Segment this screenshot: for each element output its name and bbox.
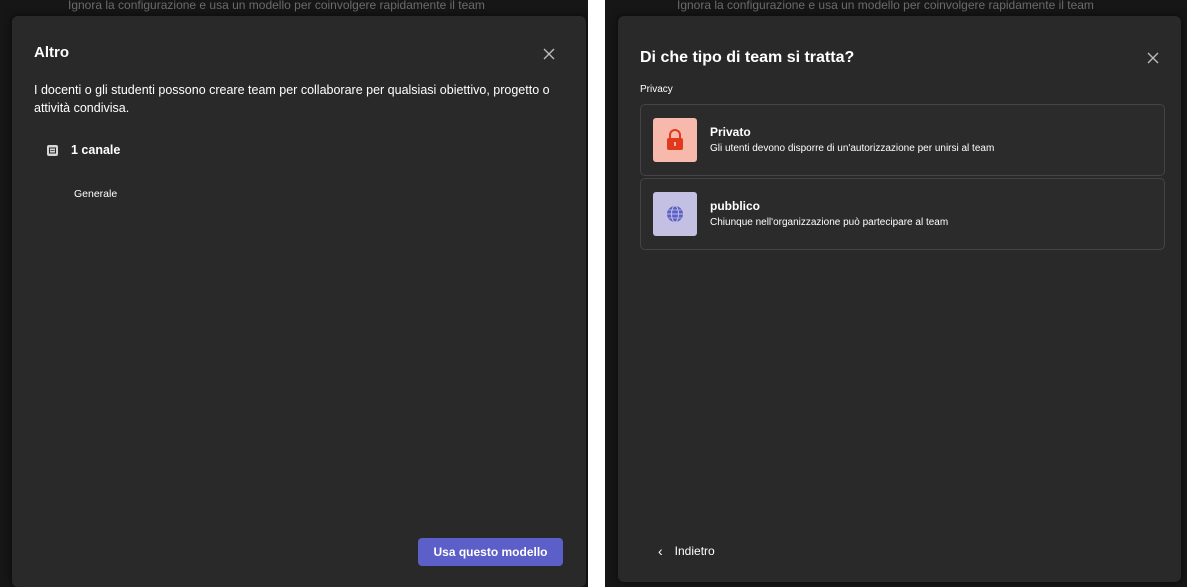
template-description: I docenti o gli studenti possono creare … xyxy=(34,83,550,115)
option-title: Privato xyxy=(710,125,751,139)
option-description: Chiunque nell'organizzazione può parteci… xyxy=(710,217,949,228)
team-type-dialog: Di che tipo di team si tratta? Privacy P… xyxy=(618,16,1181,582)
back-button[interactable]: ‹ Indietro xyxy=(658,543,715,559)
back-label: Indietro xyxy=(674,544,715,558)
background-text: Ignora la configurazione e usa un modell… xyxy=(677,0,1094,12)
close-button[interactable] xyxy=(1143,48,1163,68)
lock-icon xyxy=(667,129,683,150)
chevron-left-icon: ‹ xyxy=(658,543,663,559)
private-icon-tile xyxy=(653,118,697,162)
channel-summary: 1 canale xyxy=(47,143,120,157)
option-private[interactable]: Privato Gli utenti devono disporre di un… xyxy=(640,104,1165,176)
close-button[interactable] xyxy=(539,44,559,64)
public-icon-tile xyxy=(653,192,697,236)
globe-icon xyxy=(667,205,683,223)
template-dialog: Altro I docenti o gli studenti possono c… xyxy=(12,16,586,587)
left-screen: Ignora la configurazione e usa un modell… xyxy=(0,0,588,587)
use-template-button[interactable]: Usa questo modello xyxy=(418,538,563,566)
dialog-title: Di che tipo di team si tratta? xyxy=(640,49,855,66)
close-icon xyxy=(543,48,555,60)
option-public[interactable]: pubblico Chiunque nell'organizzazione pu… xyxy=(640,178,1165,250)
option-title: pubblico xyxy=(710,199,760,213)
privacy-label: Privacy xyxy=(640,84,673,95)
right-screen: Ignora la configurazione e usa un modell… xyxy=(605,0,1187,587)
channel-count: 1 canale xyxy=(71,143,121,157)
background-text: Ignora la configurazione e usa un modell… xyxy=(68,0,485,12)
channel-name: Generale xyxy=(74,188,118,200)
option-description: Gli utenti devono disporre di un'autoriz… xyxy=(710,143,995,154)
dialog-title: Altro xyxy=(34,44,69,61)
channel-icon xyxy=(47,144,58,156)
close-icon xyxy=(1147,52,1159,64)
